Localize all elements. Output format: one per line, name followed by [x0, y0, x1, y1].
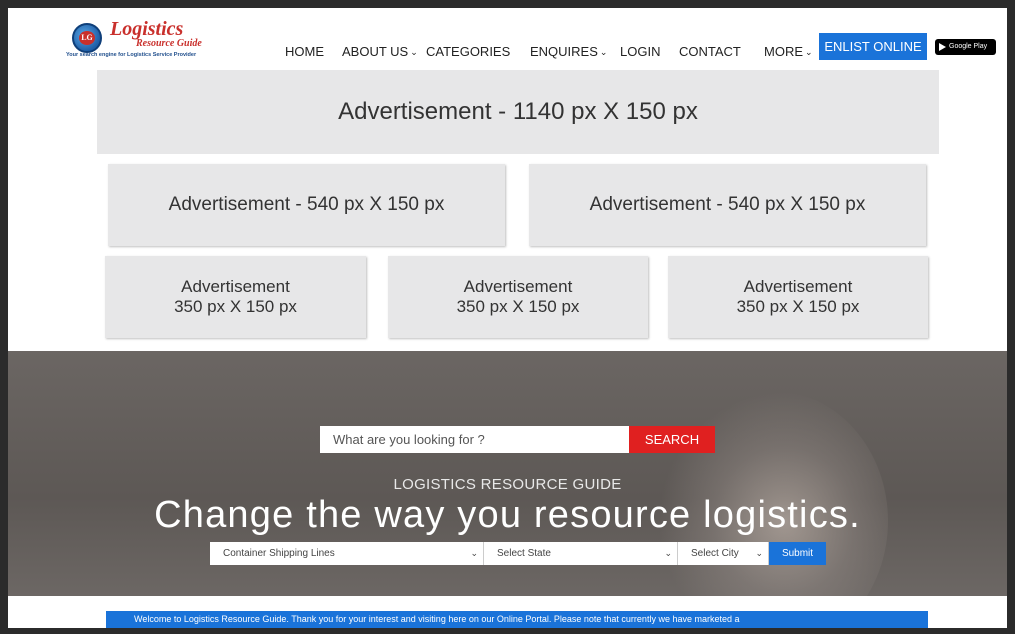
play-icon [939, 43, 946, 51]
submit-button[interactable]: Submit [769, 542, 826, 565]
nav-about-us[interactable]: ABOUT US ⌄ [342, 44, 418, 59]
enlist-online-button[interactable]: ENLIST ONLINE [819, 33, 927, 60]
chevron-down-icon: ⌄ [664, 548, 672, 558]
ad-350-middle[interactable]: Advertisement 350 px X 150 px [388, 256, 648, 338]
logo-subtitle: Resource Guide [136, 38, 202, 49]
ad-banner-1140[interactable]: Advertisement - 1140 px X 150 px [97, 70, 939, 154]
nav-contact[interactable]: CONTACT [679, 44, 741, 59]
ad-350-right[interactable]: Advertisement 350 px X 150 px [668, 256, 928, 338]
hero-title: Change the way you resource logistics. [154, 494, 861, 536]
nav-enquires[interactable]: ENQUIRES ⌄ [530, 44, 607, 59]
nav-categories[interactable]: CATEGORIES [426, 44, 510, 59]
nav-more[interactable]: MORE ⌄ [764, 44, 813, 59]
chevron-down-icon: ⌄ [755, 548, 763, 558]
ad-350-left[interactable]: Advertisement 350 px X 150 px [105, 256, 366, 338]
chevron-down-icon: ⌄ [470, 548, 478, 558]
hero-section: SEARCH LOGISTICS RESOURCE GUIDE Change t… [8, 351, 1007, 596]
site-header: LG Logistics Resource Guide Your search … [8, 8, 1007, 68]
welcome-ticker: Welcome to Logistics Resource Guide. Tha… [106, 611, 928, 628]
chevron-down-icon: ⌄ [805, 47, 813, 57]
google-play-badge[interactable]: Google Play [935, 39, 996, 55]
chevron-down-icon: ⌄ [599, 47, 608, 57]
category-select[interactable]: Container Shipping Lines ⌄ [210, 542, 484, 565]
nav-login[interactable]: LOGIN [620, 44, 660, 59]
logo-tagline: Your search engine for Logistics Service… [66, 52, 197, 58]
ad-540-right[interactable]: Advertisement - 540 px X 150 px [529, 164, 926, 246]
globe-logo-icon: LG [72, 23, 102, 53]
search-button[interactable]: SEARCH [629, 426, 715, 453]
nav-home[interactable]: HOME [285, 44, 324, 59]
site-logo[interactable]: LG Logistics Resource Guide Your search … [66, 18, 226, 62]
hero-subtitle: LOGISTICS RESOURCE GUIDE [393, 476, 622, 493]
search-input[interactable] [320, 426, 629, 453]
ad-540-left[interactable]: Advertisement - 540 px X 150 px [108, 164, 505, 246]
state-select[interactable]: Select State ⌄ [484, 542, 678, 565]
chevron-down-icon: ⌄ [410, 47, 418, 57]
browser-viewport: LG Logistics Resource Guide Your search … [8, 8, 1007, 628]
city-select[interactable]: Select City ⌄ [678, 542, 769, 565]
